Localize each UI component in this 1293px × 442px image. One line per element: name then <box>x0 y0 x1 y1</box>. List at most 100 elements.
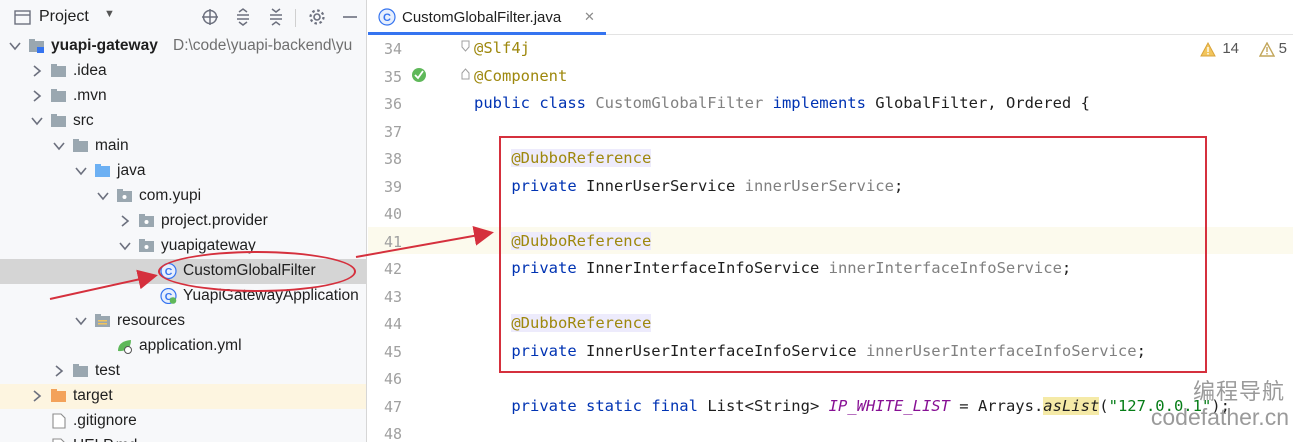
chevron-right-icon[interactable] <box>30 64 44 78</box>
minimize-icon[interactable] <box>340 7 360 27</box>
tree-item-label: project.provider <box>161 212 268 229</box>
code-token: CustomGlobalFilter <box>595 94 773 112</box>
source-folder-icon <box>95 164 110 177</box>
code-token: IP_WHITE_LIST <box>828 396 950 415</box>
tree-item-label: java <box>117 162 146 179</box>
tree-item-idea[interactable]: .idea <box>0 59 366 84</box>
code-token: ( <box>1099 396 1109 415</box>
line-number[interactable]: 48 <box>368 425 402 442</box>
code-token: final <box>651 396 708 415</box>
tree-item-main[interactable]: main <box>0 134 366 159</box>
tree-item-label: .idea <box>73 62 107 79</box>
line-number[interactable]: 47 <box>368 398 402 416</box>
project-panel-header: Project ▼ <box>0 0 366 35</box>
chevron-down-icon[interactable] <box>118 239 132 253</box>
folder-icon <box>51 114 66 127</box>
line-number[interactable]: 42 <box>368 260 402 278</box>
chevron-down-icon[interactable] <box>52 139 66 153</box>
code-token: = Arrays. <box>949 396 1044 415</box>
editor-tab-bar: C CustomGlobalFilter.java ✕ <box>368 0 1293 35</box>
chevron-right-icon[interactable] <box>52 364 66 378</box>
warning-icon <box>1200 42 1217 57</box>
tree-item-java[interactable]: java <box>0 159 366 184</box>
spring-bean-icon[interactable] <box>410 66 428 84</box>
chevron-right-icon[interactable] <box>30 89 44 103</box>
package-icon <box>139 214 154 227</box>
line-number[interactable]: 34 <box>368 40 402 58</box>
line-number[interactable]: 43 <box>368 288 402 306</box>
weak-warnings-count[interactable]: 5 <box>1258 40 1287 57</box>
code-token: @Component <box>474 66 568 85</box>
chevron-right-icon[interactable] <box>118 214 132 228</box>
tree-item-label: .gitignore <box>73 412 137 429</box>
folder-icon <box>14 10 31 25</box>
tree-item-mvn[interactable]: .mvn <box>0 84 366 109</box>
code-line[interactable]: public class CustomGlobalFilter implemen… <box>474 90 1090 117</box>
tree-item-label: target <box>73 387 113 404</box>
code-token: public <box>474 94 540 112</box>
resources-folder-icon <box>95 314 110 327</box>
chevron-down-icon[interactable] <box>30 114 44 128</box>
tree-item-label: com.yupi <box>139 187 202 204</box>
code-line[interactable]: @Component <box>474 63 567 90</box>
line-number[interactable]: 38 <box>368 150 402 168</box>
class-icon: C <box>378 8 396 26</box>
line-number[interactable]: 37 <box>368 123 402 141</box>
line-number[interactable]: 40 <box>368 205 402 223</box>
tree-item-src[interactable]: src <box>0 109 366 134</box>
crosshair-icon[interactable] <box>200 7 220 27</box>
warnings-count[interactable]: 14 <box>1200 40 1239 57</box>
tree-item-label: test <box>95 362 120 379</box>
fold-icon[interactable] <box>461 68 470 80</box>
chevron-down-icon[interactable]: ▼ <box>104 8 115 20</box>
line-number[interactable]: 44 <box>368 315 402 333</box>
yml-file-icon <box>118 340 132 354</box>
gear-icon[interactable] <box>307 7 327 27</box>
fold-icon[interactable] <box>461 40 470 52</box>
line-number[interactable]: 35 <box>368 68 402 86</box>
tree-item-gitignore[interactable]: .gitignore <box>0 409 366 434</box>
tab-custom-global-filter[interactable]: C CustomGlobalFilter.java ✕ <box>368 0 606 35</box>
tab-label: CustomGlobalFilter.java <box>402 9 562 26</box>
weak-warnings-count-text: 5 <box>1278 40 1287 57</box>
chevron-down-icon[interactable] <box>74 314 88 328</box>
tree-item-label: .mvn <box>73 87 107 104</box>
close-icon[interactable]: ✕ <box>584 9 595 25</box>
chevron-down-icon[interactable] <box>96 189 110 203</box>
editor-gutter: 34 35 36 37 38 39 40 41 42 43 44 45 46 47 48 <box>368 35 470 442</box>
expand-all-icon[interactable] <box>233 7 253 27</box>
tree-item-project-provider[interactable]: project.provider <box>0 209 366 234</box>
highlight-ellipse <box>158 251 356 292</box>
file-icon <box>52 413 66 429</box>
chevron-down-icon[interactable] <box>74 164 88 178</box>
line-number[interactable]: 45 <box>368 343 402 361</box>
code-line[interactable]: private static final List<String> IP_WHI… <box>474 393 1230 420</box>
code-token: private <box>511 396 586 415</box>
project-tool-window: Project ▼ yuapi-gateway D:\code\yuapi-bac… <box>0 0 367 442</box>
line-number[interactable]: 41 <box>368 233 402 251</box>
svg-text:C: C <box>383 12 391 24</box>
tree-item-resources[interactable]: resources <box>0 309 366 334</box>
chevron-down-icon[interactable] <box>8 39 22 53</box>
collapse-all-icon[interactable] <box>266 7 286 27</box>
chevron-right-icon[interactable] <box>30 389 44 403</box>
line-number[interactable]: 46 <box>368 370 402 388</box>
code-token: class <box>539 94 596 112</box>
code-token: @Slf4j <box>474 39 530 57</box>
module-folder-icon <box>29 39 44 53</box>
tree-item-label: resources <box>117 312 186 329</box>
line-number[interactable]: 39 <box>368 178 402 196</box>
tree-item-target[interactable]: target <box>0 384 366 409</box>
line-number[interactable]: 36 <box>368 95 402 113</box>
tree-item-test[interactable]: test <box>0 359 366 384</box>
folder-icon <box>51 89 66 102</box>
watermark: 编程导航 codefather.cn <box>1120 374 1293 442</box>
project-panel-title[interactable]: Project <box>39 8 89 26</box>
warnings-count-text: 14 <box>1222 40 1239 57</box>
code-line[interactable]: @Slf4j <box>474 35 530 62</box>
tree-item-help-md[interactable]: HELP.md <box>0 434 366 442</box>
tree-item-com-yupi[interactable]: com.yupi <box>0 184 366 209</box>
tree-item-application-yml[interactable]: application.yml <box>0 334 366 359</box>
tree-item-yuapi-gateway[interactable]: yuapi-gateway D:\code\yuapi-backend\yu <box>0 34 366 59</box>
code-token: GlobalFilter, Ordered { <box>875 94 1090 112</box>
